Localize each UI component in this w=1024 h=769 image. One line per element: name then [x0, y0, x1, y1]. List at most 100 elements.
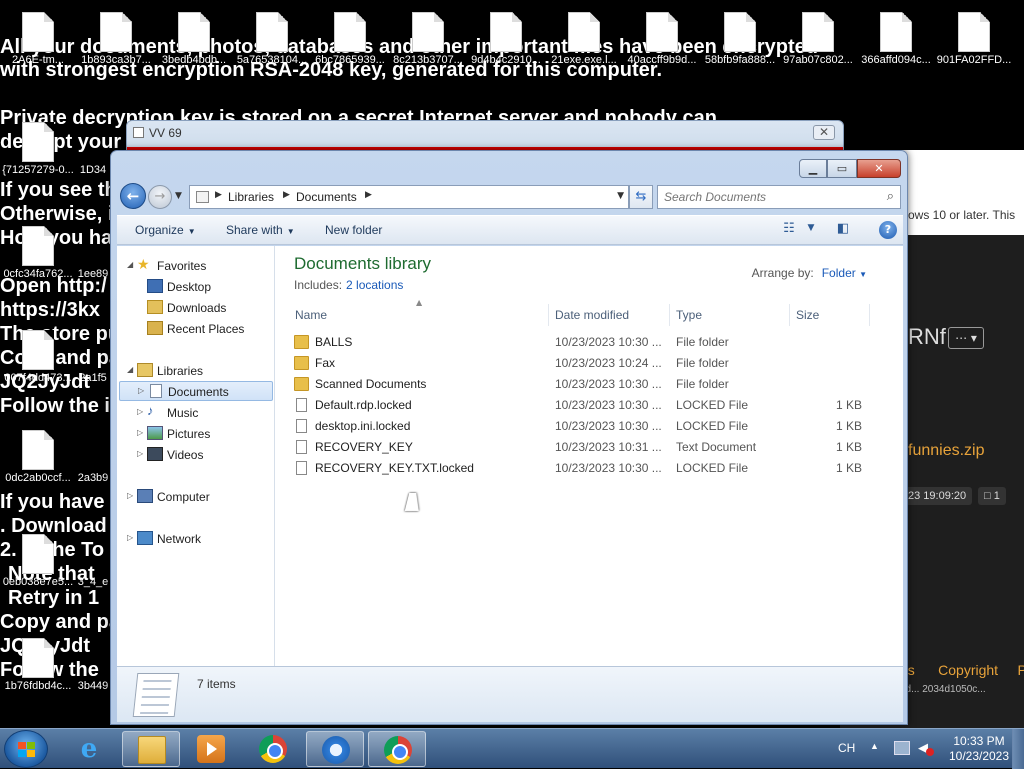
- breadcrumb-separator-icon[interactable]: ▶: [215, 190, 222, 200]
- file-row[interactable]: Fax 10/23/2023 10:24 ... File folder: [290, 353, 880, 374]
- view-menu-button[interactable]: ▼: [801, 223, 821, 241]
- language-indicator[interactable]: CH: [838, 741, 855, 755]
- chevron-down-icon: ▼: [187, 227, 196, 236]
- explorer-window[interactable]: ▁ ▭ ✕ ← → ▼ ▶ Libraries ▶ Documents ▶ ▼ …: [110, 150, 908, 725]
- breadcrumb-libraries[interactable]: Libraries: [228, 190, 274, 204]
- file-row[interactable]: RECOVERY_KEY.TXT.locked 10/23/2023 10:30 …: [290, 458, 880, 479]
- desktop-file-icon[interactable]: 0cfc34fa762...: [0, 226, 78, 280]
- desktop-file-icon[interactable]: 3_4_e: [76, 534, 110, 588]
- network-status-icon[interactable]: [894, 741, 910, 755]
- footer-link[interactable]: P: [1018, 662, 1024, 678]
- close-button[interactable]: ✕: [813, 125, 835, 140]
- expand-arrow-icon[interactable]: ▷: [137, 407, 143, 416]
- desktop-file-icon[interactable]: 1D34: [76, 122, 110, 176]
- help-button[interactable]: ?: [879, 221, 897, 239]
- search-input[interactable]: [658, 186, 868, 208]
- file-row[interactable]: desktop.ini.locked 10/23/2023 10:30 ... LO…: [290, 416, 880, 437]
- desktop-file-icon[interactable]: {71257279-0...: [0, 122, 78, 176]
- breadcrumb-separator-icon[interactable]: ▶: [283, 190, 290, 200]
- desktop-file-icon[interactable]: 0eb038e7e5...: [0, 534, 78, 588]
- expand-arrow-icon[interactable]: ▷: [137, 428, 143, 437]
- column-header-size[interactable]: Size: [790, 304, 870, 326]
- nav-recent-places[interactable]: Recent Places: [117, 319, 273, 339]
- breadcrumb-separator-icon[interactable]: ▶: [365, 190, 372, 200]
- taskbar-explorer[interactable]: [122, 731, 180, 767]
- breadcrumb-documents[interactable]: Documents: [296, 190, 357, 204]
- desktop-file-icon[interactable]: 366affd094c...: [856, 12, 936, 66]
- taskbar-media-player[interactable]: [182, 731, 240, 767]
- desktop-file-icon[interactable]: 901FA02FFD...: [934, 12, 1014, 66]
- file-row[interactable]: BALLS 10/23/2023 10:30 ... File folder: [290, 332, 880, 353]
- nav-music[interactable]: ▷ ♪ Music: [117, 403, 273, 423]
- column-header-type[interactable]: Type: [670, 304, 790, 326]
- taskbar-internet-explorer[interactable]: e: [60, 731, 118, 767]
- file-row[interactable]: RECOVERY_KEY 10/23/2023 10:31 ... Text Doc…: [290, 437, 880, 458]
- file-row[interactable]: Scanned Documents 10/23/2023 10:30 ... Fil…: [290, 374, 880, 395]
- close-button[interactable]: ✕: [857, 159, 901, 178]
- desktop-file-icon[interactable]: 97ab07c802...: [778, 12, 858, 66]
- show-desktop-button[interactable]: [1012, 729, 1024, 769]
- view-options-button[interactable]: ☷: [779, 221, 799, 239]
- chevron-down-icon[interactable]: ▼: [617, 191, 624, 201]
- refresh-button[interactable]: ⇆: [629, 185, 653, 209]
- share-with-menu[interactable]: Share with ▼: [226, 223, 295, 237]
- nav-pictures[interactable]: ▷ Pictures: [117, 424, 273, 444]
- desktop-file-icon[interactable]: 5a76538104...: [232, 12, 312, 66]
- nav-libraries[interactable]: ◢ Libraries: [117, 361, 273, 381]
- desktop-file-icon[interactable]: 8c213b3707...: [388, 12, 468, 66]
- expand-arrow-icon[interactable]: ▷: [137, 449, 143, 458]
- nav-videos[interactable]: ▷ Videos: [117, 445, 273, 465]
- desktop-file-icon[interactable]: 3b449: [76, 638, 110, 692]
- desktop-file-icon[interactable]: 2A6E-tm...: [0, 12, 78, 66]
- show-hidden-icons-button[interactable]: ▲: [870, 741, 879, 751]
- more-options-button[interactable]: ⋯ ▾: [948, 327, 984, 349]
- nav-documents[interactable]: ▷ Documents: [119, 381, 273, 401]
- expand-arrow-icon[interactable]: ▷: [127, 533, 133, 542]
- nav-desktop[interactable]: Desktop: [117, 277, 273, 297]
- desktop-file-icon[interactable]: 007f4dd473...: [0, 330, 78, 384]
- start-button[interactable]: [4, 730, 48, 768]
- nav-network[interactable]: ▷ Network: [117, 529, 273, 549]
- desktop-file-icon[interactable]: 1b893ca3b7...: [76, 12, 156, 66]
- forward-button[interactable]: →: [148, 185, 172, 209]
- maximize-button[interactable]: ▭: [827, 159, 857, 178]
- desktop-file-icon[interactable]: 2a3b9: [76, 430, 110, 484]
- locations-link[interactable]: 2 locations: [346, 278, 403, 292]
- expand-arrow-icon[interactable]: ◢: [127, 260, 133, 269]
- nav-downloads[interactable]: Downloads: [117, 298, 273, 318]
- search-box[interactable]: ⌕: [657, 185, 901, 209]
- new-folder-button[interactable]: New folder: [325, 223, 382, 237]
- arrange-by-dropdown[interactable]: Folder ▼: [822, 266, 867, 280]
- desktop-file-icon[interactable]: 40accff9b9d...: [622, 12, 702, 66]
- address-bar[interactable]: ▶ Libraries ▶ Documents ▶ ▼: [189, 185, 629, 209]
- minimize-button[interactable]: ▁: [799, 159, 827, 178]
- desktop-file-icon[interactable]: 3bedb4bdb...: [154, 12, 234, 66]
- desktop-file-icon[interactable]: 1b76fdbd4c...: [0, 638, 78, 692]
- recent-pages-button[interactable]: ▼: [175, 191, 182, 201]
- back-button[interactable]: ←: [120, 183, 146, 209]
- nav-computer[interactable]: ▷ Computer: [117, 487, 273, 507]
- clock[interactable]: 10:33 PM 10/23/2023: [946, 734, 1012, 764]
- desktop-file-icon[interactable]: 58bfb9fa888...: [700, 12, 780, 66]
- command-bar: Organize ▼ Share with ▼ New folder ☷ ▼ ◧ ?: [117, 215, 903, 245]
- taskbar-chrome[interactable]: [244, 731, 302, 767]
- column-header-name[interactable]: Name: [289, 304, 549, 326]
- zip-file-link[interactable]: funnies.zip: [908, 442, 985, 460]
- desktop-file-icon[interactable]: 9d4b4c2910...: [466, 12, 546, 66]
- desktop-file-icon[interactable]: 21exe.exe.l...: [544, 12, 624, 66]
- desktop-file-icon[interactable]: 1ee89: [76, 226, 110, 280]
- expand-arrow-icon[interactable]: ◢: [127, 365, 133, 374]
- preview-pane-button[interactable]: ◧: [833, 221, 853, 239]
- column-header-date[interactable]: Date modified: [549, 304, 670, 326]
- file-row[interactable]: Default.rdp.locked 10/23/2023 10:30 ... LO…: [290, 395, 880, 416]
- taskbar-app[interactable]: [306, 731, 364, 767]
- copyright-link[interactable]: Copyright: [938, 662, 998, 678]
- desktop-file-icon[interactable]: 6bc7865939...: [310, 12, 390, 66]
- desktop-file-icon[interactable]: 0dc2ab0ccf...: [0, 430, 78, 484]
- expand-arrow-icon[interactable]: ▷: [127, 491, 133, 500]
- nav-favorites[interactable]: ◢ ★ Favorites: [117, 256, 273, 276]
- expand-arrow-icon[interactable]: ▷: [138, 386, 144, 395]
- desktop-file-icon[interactable]: 2a1f5: [76, 330, 110, 384]
- organize-menu[interactable]: Organize ▼: [135, 223, 196, 237]
- taskbar-chrome-window[interactable]: [368, 731, 426, 767]
